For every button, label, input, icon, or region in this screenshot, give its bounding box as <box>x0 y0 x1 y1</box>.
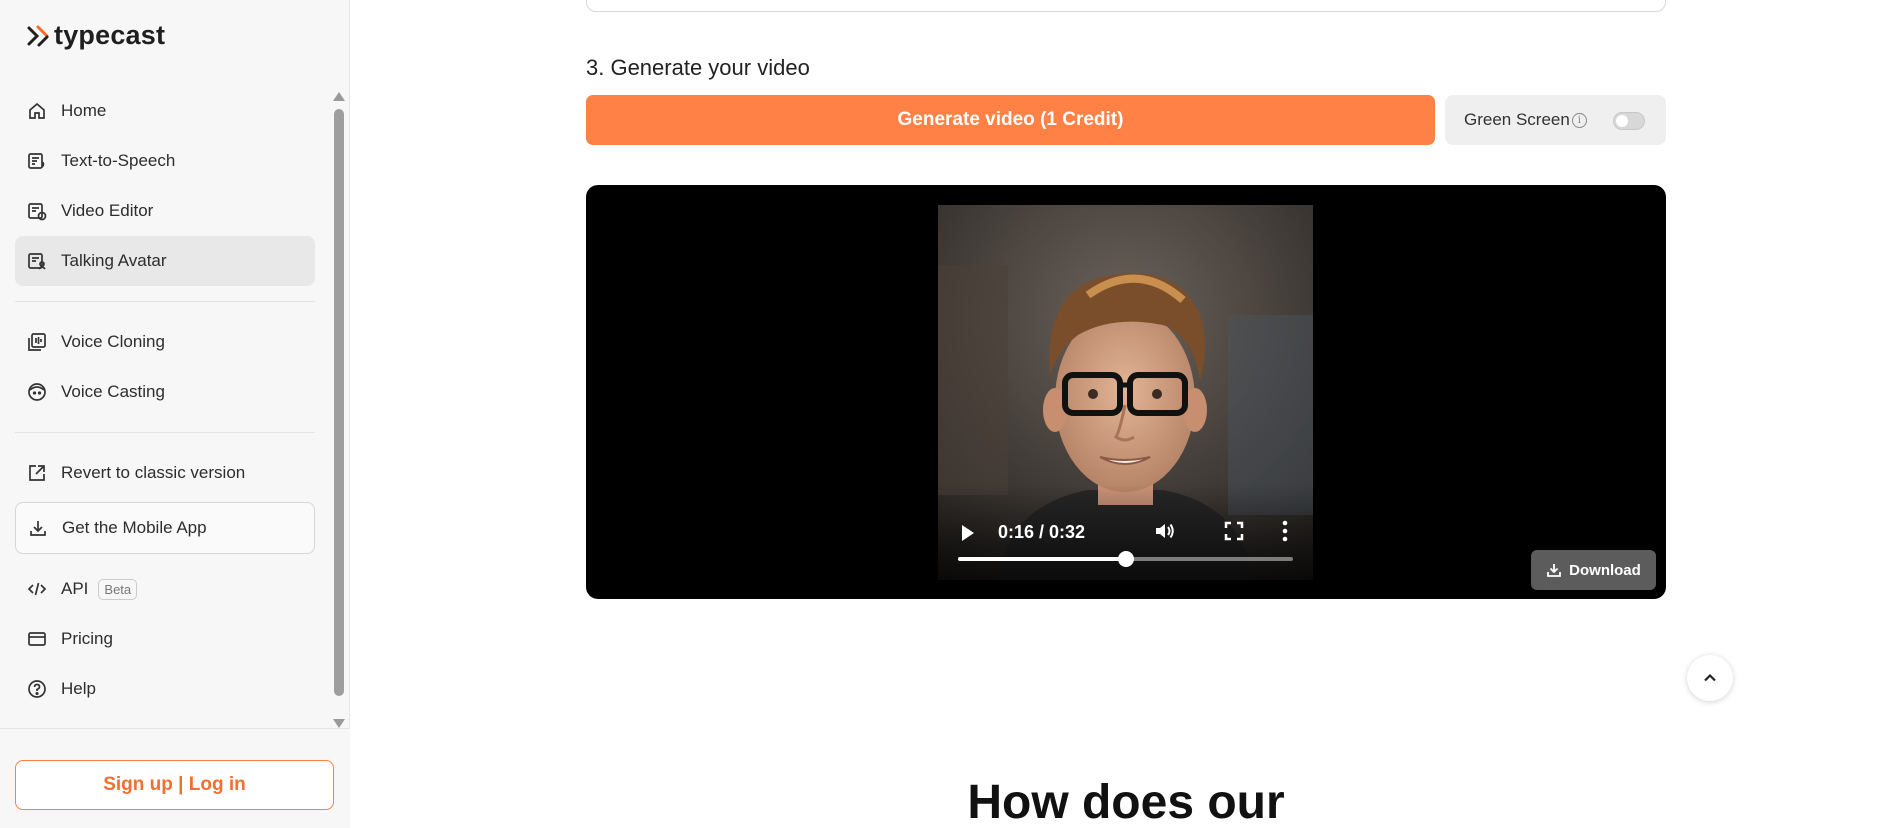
get-mobile-app-label: Get the Mobile App <box>62 518 207 537</box>
sidebar-item-talking-avatar[interactable]: Talking Avatar <box>15 236 315 286</box>
video-editor-icon <box>27 201 47 221</box>
chevron-up-icon <box>1704 673 1716 682</box>
scroll-up-arrow-icon[interactable] <box>333 92 345 101</box>
video-progress-track[interactable] <box>958 551 1293 567</box>
sidebar-divider <box>15 432 315 433</box>
video-time: 0:16 / 0:32 <box>998 522 1086 542</box>
sidebar-item-label: Revert to classic version <box>61 463 246 482</box>
download-button[interactable]: Download <box>1531 550 1656 590</box>
help-circle-icon <box>27 679 47 699</box>
brand-name: typecast <box>54 20 166 50</box>
scroll-to-top-button[interactable] <box>1687 655 1733 701</box>
fullscreen-icon[interactable] <box>1224 521 1244 541</box>
sidebar-item-video-editor[interactable]: Video Editor <box>15 186 315 236</box>
sidebar-divider <box>15 301 315 302</box>
code-icon <box>27 579 47 599</box>
sidebar-item-label: Text-to-Speech <box>61 151 176 170</box>
sidebar-scrollbar[interactable] <box>333 92 345 728</box>
green-screen-label: Green Screen <box>1464 110 1570 129</box>
sidebar-item-api[interactable]: API Beta <box>15 564 315 614</box>
volume-icon[interactable] <box>1153 519 1177 543</box>
sidebar-item-label: Home <box>61 101 107 120</box>
sidebar: typecast Home Text-to-Speech Video Edito… <box>0 0 350 828</box>
download-label: Download <box>1569 561 1641 579</box>
avatar-video[interactable]: 0:16 / 0:32 <box>938 205 1313 580</box>
sidebar-item-revert-classic[interactable]: Revert to classic version <box>15 448 315 498</box>
green-screen-toggle[interactable] <box>1613 112 1645 130</box>
typecast-logo[interactable]: typecast <box>26 20 165 51</box>
login-area: Sign up | Log in <box>0 728 350 828</box>
external-link-icon <box>27 463 47 483</box>
sidebar-item-label: Talking Avatar <box>61 251 167 270</box>
play-icon[interactable] <box>962 525 974 541</box>
sidebar-item-label: Voice Cloning <box>61 332 165 351</box>
voice-casting-icon <box>27 382 47 402</box>
credit-card-icon <box>27 629 47 649</box>
download-icon <box>1547 564 1562 577</box>
typecast-logo-icon <box>27 25 49 46</box>
voice-cloning-icon <box>27 332 47 352</box>
scroll-down-arrow-icon[interactable] <box>333 719 345 728</box>
info-icon[interactable]: i <box>1571 112 1587 128</box>
sidebar-item-voice-cloning[interactable]: Voice Cloning <box>15 317 315 367</box>
sidebar-item-help[interactable]: Help <box>15 664 315 714</box>
toggle-knob <box>1616 115 1628 127</box>
sidebar-item-label: Help <box>61 679 96 698</box>
sidebar-item-label: Pricing <box>61 629 113 648</box>
sidebar-item-pricing[interactable]: Pricing <box>15 614 315 664</box>
sidebar-item-voice-casting[interactable]: Voice Casting <box>15 367 315 417</box>
sidebar-item-label: API <box>61 579 89 598</box>
green-screen-control: Green Screen i <box>1445 95 1666 145</box>
section-title: 3. Generate your video <box>586 55 810 80</box>
download-icon <box>28 518 48 538</box>
video-progress-knob[interactable] <box>1117 551 1134 567</box>
previous-section-box <box>586 0 1666 12</box>
more-options-icon[interactable] <box>1282 520 1288 542</box>
home-icon <box>27 101 47 121</box>
sidebar-item-home[interactable]: Home <box>15 86 315 136</box>
video-progress-fill <box>958 557 1126 561</box>
video-controls: 0:16 / 0:32 <box>938 485 1313 580</box>
generate-video-button[interactable]: Generate video (1 Credit) <box>586 95 1435 145</box>
text-to-speech-icon <box>27 151 47 171</box>
talking-avatar-icon <box>27 251 47 271</box>
sidebar-item-label: Voice Casting <box>61 382 165 401</box>
beta-badge: Beta <box>98 578 138 600</box>
video-panel: 0:16 / 0:32 Download <box>586 185 1666 599</box>
scroll-thumb[interactable] <box>334 109 344 696</box>
signup-login-button[interactable]: Sign up | Log in <box>15 760 334 810</box>
sidebar-item-text-to-speech[interactable]: Text-to-Speech <box>15 136 315 186</box>
sidebar-item-label: Video Editor <box>61 201 154 220</box>
sidebar-nav: Home Text-to-Speech Video Editor Talking… <box>15 86 315 714</box>
how-does-our-heading: How does our <box>967 776 1285 828</box>
get-mobile-app-button[interactable]: Get the Mobile App <box>15 502 315 554</box>
